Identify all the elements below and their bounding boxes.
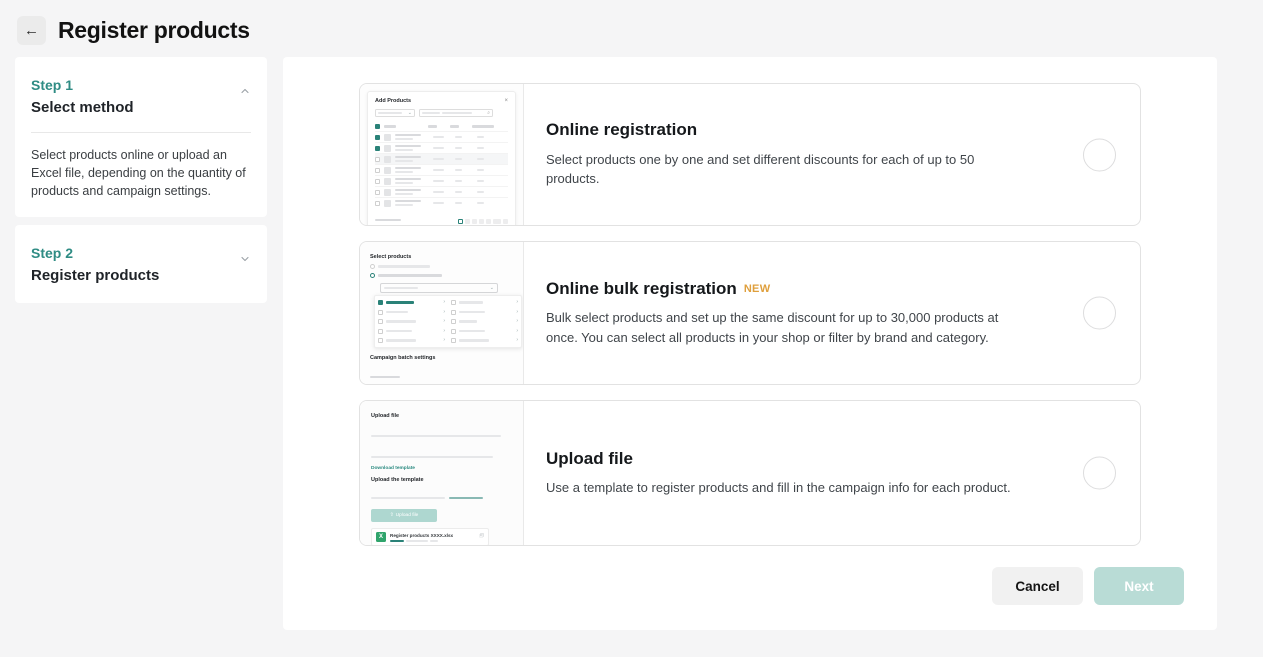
mini-download-template-link: Download template <box>371 466 512 471</box>
delete-file-icon: 🗊 <box>479 533 484 541</box>
select-method-panel: Add Products × ⌄ ⌕ <box>283 57 1217 630</box>
upload-file-radio[interactable] <box>1083 457 1116 490</box>
online-registration-thumbnail: Add Products × ⌄ ⌕ <box>360 84 524 225</box>
upload-icon: ⇧ <box>390 513 394 518</box>
step-1-label: Step 1 <box>31 76 134 94</box>
close-icon: × <box>504 98 508 104</box>
bulk-mini-mock: Select products ⌄ › › › › › <box>360 242 523 384</box>
step-2-title: Register products <box>31 266 159 286</box>
option-title: Online bulk registrationNEW <box>546 279 1030 299</box>
mini-table-row <box>375 131 508 142</box>
add-products-mini-modal: Add Products × ⌄ ⌕ <box>367 91 516 225</box>
upload-file-content: Upload file Use a template to register p… <box>524 401 1140 545</box>
mini-select-products-title: Select products <box>370 254 513 260</box>
mini-file-name: Register products XXXX.xlsx <box>390 533 475 538</box>
mini-file-card: X Register products XXXX.xlsx 🗊 <box>371 528 489 545</box>
upload-file-thumbnail: Upload file Download template Upload the… <box>360 401 524 545</box>
bulk-registration-thumbnail: Select products ⌄ › › › › › <box>360 242 524 384</box>
arrow-left-icon: ← <box>24 22 39 39</box>
page-header: ← Register products <box>0 0 1263 57</box>
bulk-registration-content: Online bulk registrationNEW Bulk select … <box>524 242 1140 384</box>
steps-sidebar: Step 1 Select method Select products onl… <box>15 57 267 303</box>
step-2-label: Step 2 <box>31 244 159 262</box>
divider <box>31 132 251 133</box>
option-description: Select products one by one and set diffe… <box>546 150 1018 189</box>
step-2-header[interactable]: Step 2 Register products <box>31 244 251 286</box>
option-online-bulk-registration[interactable]: Select products ⌄ › › › › › <box>359 241 1141 385</box>
new-badge: NEW <box>744 283 771 295</box>
mini-product-table <box>375 122 508 208</box>
excel-file-icon: X <box>376 532 386 542</box>
online-registration-content: Online registration Select products one … <box>524 84 1140 225</box>
mini-category-dropdown: › › › › › › › › › › <box>374 295 522 348</box>
mini-campaign-settings-title: Campaign batch settings <box>370 355 513 361</box>
mini-upload-heading: Upload the template <box>371 477 512 483</box>
mini-table-row <box>375 142 508 153</box>
main-layout: Step 1 Select method Select products onl… <box>15 57 1263 630</box>
option-title: Online registration <box>546 120 1030 140</box>
option-description: Bulk select products and set up the same… <box>546 308 1018 347</box>
step-1-title: Select method <box>31 98 134 118</box>
next-button[interactable]: Next <box>1094 567 1184 605</box>
mini-pagination-row <box>375 211 508 225</box>
chevron-up-icon[interactable] <box>239 84 251 102</box>
mini-category-select: ⌄ <box>380 283 498 293</box>
mini-table-row <box>375 186 508 197</box>
mini-table-row <box>375 153 508 164</box>
option-description: Use a template to register products and … <box>546 478 1018 498</box>
option-online-registration[interactable]: Add Products × ⌄ ⌕ <box>359 83 1141 226</box>
back-button[interactable]: ← <box>17 16 46 45</box>
step-1-description: Select products online or upload an Exce… <box>31 146 251 200</box>
footer-actions: Cancel Next <box>359 567 1184 605</box>
mini-upload-title: Upload file <box>371 413 512 419</box>
page-title: Register products <box>58 17 250 44</box>
step-2-card: Step 2 Register products <box>15 225 267 303</box>
upload-mini-mock: Upload file Download template Upload the… <box>360 401 523 545</box>
chevron-down-icon[interactable] <box>239 252 251 270</box>
option-upload-file[interactable]: Upload file Download template Upload the… <box>359 400 1141 546</box>
mini-table-row <box>375 175 508 186</box>
mini-filter-row: ⌄ ⌕ <box>375 109 508 117</box>
mini-table-row <box>375 164 508 175</box>
step-1-card: Step 1 Select method Select products onl… <box>15 57 267 217</box>
mini-upload-button: ⇧ Upload file <box>371 509 437 522</box>
online-registration-radio[interactable] <box>1083 138 1116 171</box>
bulk-registration-radio[interactable] <box>1083 297 1116 330</box>
cancel-button[interactable]: Cancel <box>992 567 1083 605</box>
step-1-header[interactable]: Step 1 Select method <box>31 76 251 118</box>
mini-modal-title: Add Products <box>375 98 411 104</box>
mini-table-row <box>375 197 508 208</box>
option-title: Upload file <box>546 449 1030 469</box>
